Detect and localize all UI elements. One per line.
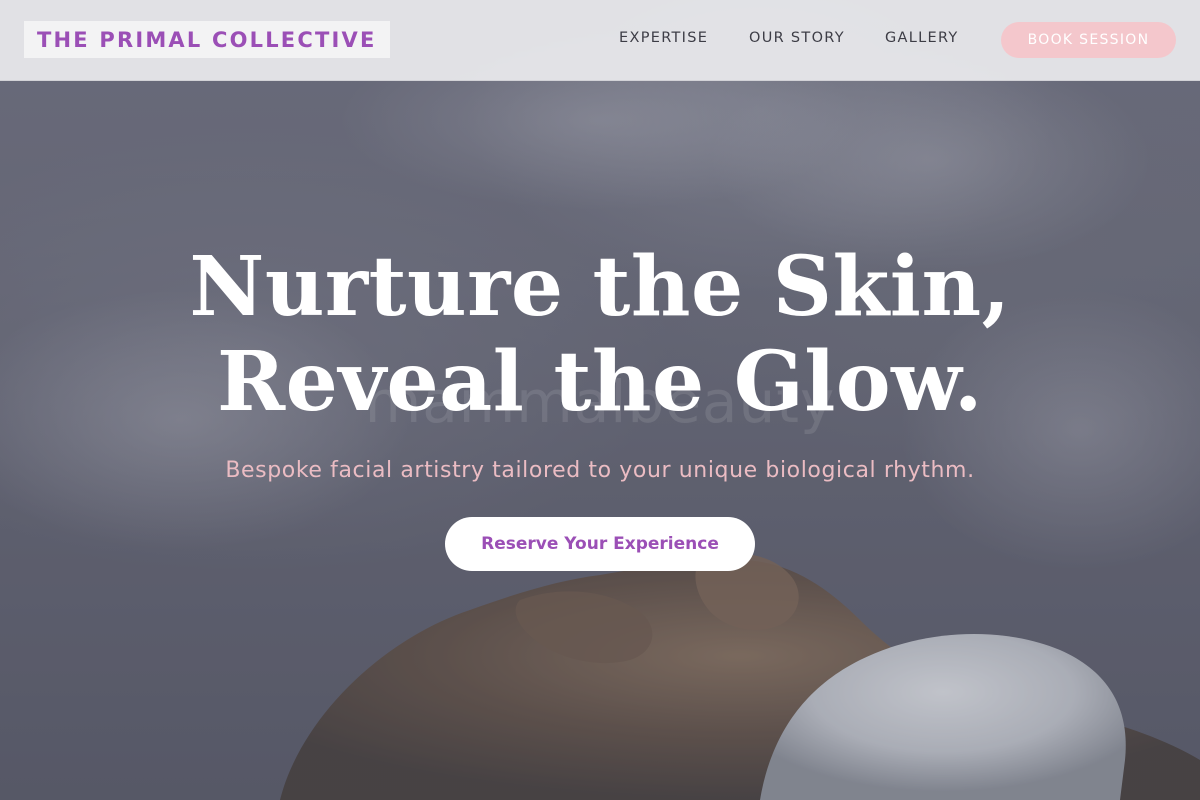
- book-session-button[interactable]: BOOK SESSION: [1001, 22, 1176, 58]
- top-navigation-bar: THE PRIMAL COLLECTIVE EXPERTISE OUR STOR…: [0, 0, 1200, 81]
- nav-link-expertise[interactable]: EXPERTISE: [619, 30, 708, 50]
- nav-link-our-story[interactable]: OUR STORY: [749, 30, 845, 50]
- hero-headline: Nurture the Skin, Reveal the Glow.: [0, 240, 1200, 430]
- brand-logo[interactable]: THE PRIMAL COLLECTIVE: [24, 21, 390, 58]
- hero-subtitle: Bespoke facial artistry tailored to your…: [225, 458, 975, 483]
- reserve-experience-button[interactable]: Reserve Your Experience: [445, 517, 755, 571]
- hero-headline-line-2: Reveal the Glow.: [217, 334, 983, 430]
- nav-link-gallery[interactable]: GALLERY: [885, 30, 959, 50]
- hero-headline-line-1: Nurture the Skin,: [189, 239, 1011, 335]
